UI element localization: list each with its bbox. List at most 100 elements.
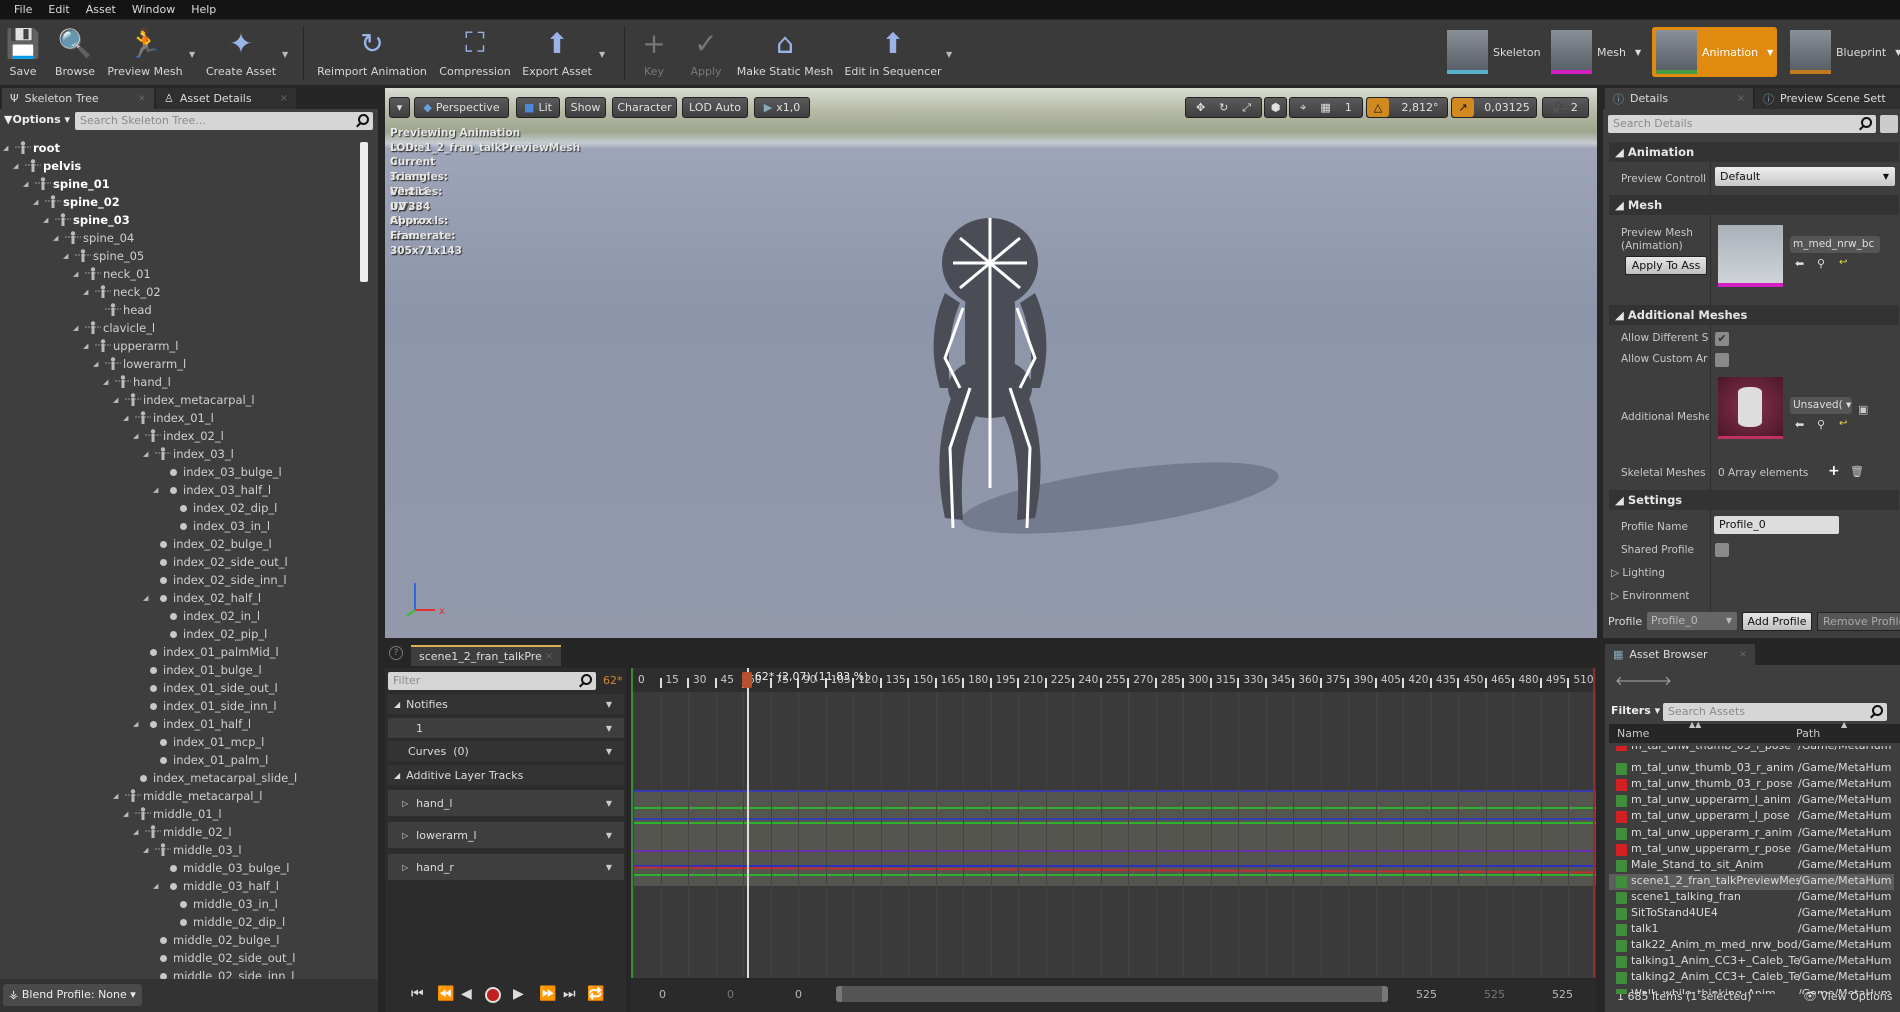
asset-row[interactable]: m_tal_unw_upperarm_l_anim/Game/MetaHum	[1609, 793, 1894, 809]
expand-arrow-icon[interactable]: ▷	[402, 831, 408, 840]
preview-mesh-button[interactable]: 🏃 Preview Mesh	[107, 24, 182, 79]
expand-arrow-icon[interactable]: ◢	[33, 198, 43, 206]
close-icon[interactable]: ×	[545, 651, 553, 662]
edit-in-sequencer-button[interactable]: ⬆ Edit in Sequencer	[844, 24, 941, 79]
expand-arrow-icon[interactable]: ◢	[133, 720, 143, 728]
close-icon[interactable]: ×	[1739, 649, 1747, 660]
asset-row[interactable]: Walk_while_thinking_Anim/Game/MetaHum	[1609, 987, 1894, 994]
bone-index_01_mcp_l[interactable]: index_01_mcp_l	[143, 733, 264, 751]
make-static-mesh-button[interactable]: ⌂ Make Static Mesh	[737, 24, 833, 79]
column-path[interactable]: Path	[1796, 727, 1820, 740]
mode-mesh[interactable]: Mesh ▼	[1547, 27, 1645, 77]
close-icon[interactable]: ×	[280, 93, 288, 104]
environment-section[interactable]: ▷ Environment	[1611, 590, 1689, 602]
tab-asset-details[interactable]: ♙ Asset Details ×	[156, 88, 296, 109]
dropdown-icon[interactable]: ▼	[606, 799, 612, 808]
close-icon[interactable]: ×	[138, 93, 146, 104]
reset-icon[interactable]: ↩	[1839, 418, 1847, 429]
tree-scrollbar[interactable]	[360, 142, 368, 282]
use-selected-arrow-icon[interactable]: ⬅	[1795, 418, 1804, 431]
bone-index_01_side_inn_l[interactable]: index_01_side_inn_l	[133, 697, 277, 715]
expand-arrow-icon[interactable]: ◢	[113, 792, 123, 800]
bone-index_02_bulge_l[interactable]: index_02_bulge_l	[143, 535, 272, 553]
curves-track[interactable]: Curves (0) ▼	[388, 741, 624, 761]
additional-meshes-thumbnail[interactable]	[1718, 377, 1783, 439]
remove-profile-button[interactable]: Remove Profile	[1817, 612, 1900, 631]
bone-middle_metacarpal_l[interactable]: ◢ middle_metacarpal_l	[113, 787, 262, 805]
bone-middle_01_l[interactable]: ◢ middle_01_l	[123, 805, 222, 823]
dropdown-icon[interactable]: ▼	[606, 724, 612, 733]
bone-neck_02[interactable]: ◢ neck_02	[83, 283, 161, 301]
skip-to-start-icon[interactable]: ⏮	[411, 986, 424, 1002]
menu-edit[interactable]: Edit	[40, 3, 77, 16]
bone-index_02_l[interactable]: ◢ index_02_l	[133, 427, 224, 445]
tab-details[interactable]: ⓘ Details ×	[1605, 88, 1753, 109]
bone-middle_03_in_l[interactable]: middle_03_in_l	[163, 895, 278, 913]
dropdown-arrow-icon[interactable]: ▼	[1767, 48, 1773, 57]
range-start[interactable]: 0	[659, 988, 666, 1001]
asset-row[interactable]: scene1_2_fran_talkPreviewMes/Game/MetaHu…	[1609, 873, 1894, 890]
asset-row[interactable]: m_tal_unw_upperarm_r_pose/Game/MetaHum	[1609, 842, 1894, 858]
asset-row[interactable]: m_tal_unw_upperarm_l_pose/Game/MetaHum	[1609, 809, 1894, 825]
expand-arrow-icon[interactable]: ◢	[13, 162, 23, 170]
viewport[interactable]: ▾ ◆ Perspective ■ Lit Show Character LOD A…	[385, 88, 1597, 638]
range-slider[interactable]	[836, 986, 1388, 1002]
expand-arrow-icon[interactable]: ◢	[93, 360, 103, 368]
track-filter-input[interactable]: Filter	[388, 672, 596, 690]
bone-head[interactable]: head	[93, 301, 152, 319]
expand-arrow-icon[interactable]: ◢	[83, 288, 93, 296]
bone-middle_02_l[interactable]: ◢ middle_02_l	[133, 823, 232, 841]
key-button[interactable]: + Key	[637, 24, 671, 79]
menu-file[interactable]: File	[6, 3, 40, 16]
browse-search-icon[interactable]: ⚲	[1817, 257, 1825, 270]
mode-skeleton[interactable]: Skeleton	[1443, 27, 1545, 77]
tab-preview-scene-settings[interactable]: ⓘ Preview Scene Sett	[1755, 88, 1900, 109]
bone-index_01_l[interactable]: ◢ index_01_l	[123, 409, 214, 427]
bone-track-lowerarm_l[interactable]: ▷ lowerarm_l ▼	[388, 822, 624, 848]
filters-dropdown[interactable]: Filters ▾	[1611, 704, 1660, 717]
bone-index_03_half_l[interactable]: ◢ index_03_half_l	[153, 481, 271, 499]
dropdown-icon[interactable]: ▼	[606, 747, 612, 756]
expand-arrow-icon[interactable]: ◢	[123, 414, 133, 422]
bone-index_01_palmMid_l[interactable]: index_01_palmMid_l	[133, 643, 279, 661]
skip-to-end-icon[interactable]: ⏭	[563, 986, 576, 1002]
bone-spine_04[interactable]: ◢ spine_04	[53, 229, 134, 247]
play-icon[interactable]: ▶	[513, 986, 524, 1002]
column-name[interactable]: Name	[1617, 727, 1649, 740]
mode-blueprint[interactable]: Blueprint ▼	[1786, 27, 1900, 77]
bone-index_02_pip_l[interactable]: index_02_pip_l	[153, 625, 267, 643]
dropdown-arrow-icon[interactable]: ▼	[282, 50, 288, 59]
expand-arrow-icon[interactable]: ◢	[53, 234, 63, 242]
expand-arrow-icon[interactable]: ◢	[23, 180, 33, 188]
asset-row[interactable]: SitToStand4UE4/Game/MetaHum	[1609, 906, 1894, 922]
bone-index_02_dip_l[interactable]: index_02_dip_l	[163, 499, 277, 517]
dropdown-arrow-icon[interactable]: ▼	[1635, 48, 1641, 57]
bone-middle_03_half_l[interactable]: ◢ middle_03_half_l	[153, 877, 279, 895]
expand-arrow-icon[interactable]: ◢	[153, 486, 163, 494]
expand-arrow-icon[interactable]: ◢	[143, 594, 153, 602]
bone-index_metacarpal_l[interactable]: ◢ index_metacarpal_l	[113, 391, 255, 409]
export-asset-button[interactable]: ⬆ Export Asset	[522, 24, 592, 79]
dropdown-icon[interactable]: ▼	[606, 831, 612, 840]
dropdown-arrow-icon[interactable]: ▼	[189, 50, 195, 59]
bone-spine_03[interactable]: ◢ spine_03	[43, 211, 130, 229]
asset-row[interactable]: talking2_Anim_CC3+_Caleb_Te/Game/MetaHum	[1609, 970, 1894, 986]
expand-arrow-icon[interactable]: ◢	[73, 324, 83, 332]
play-end[interactable]: 525	[1416, 988, 1437, 1001]
blend-profile-dropdown[interactable]: ⚶ Blend Profile: None ▾	[3, 984, 142, 1006]
reset-icon[interactable]: ↩	[1839, 257, 1847, 268]
expand-arrow-icon[interactable]: ◢	[63, 252, 73, 260]
bone-upperarm_l[interactable]: ◢ upperarm_l	[83, 337, 178, 355]
help-icon[interactable]: ?	[389, 646, 403, 660]
shared-profile-checkbox[interactable]	[1715, 543, 1729, 557]
loop-icon[interactable]: 🔁	[587, 986, 604, 1002]
expand-arrow-icon[interactable]: ◢	[113, 396, 123, 404]
bone-index_03_in_l[interactable]: index_03_in_l	[163, 517, 270, 535]
dropdown-icon[interactable]: ▼	[606, 863, 612, 872]
expand-arrow-icon[interactable]: ◢	[73, 270, 83, 278]
step-forward-icon[interactable]: ⏩	[539, 986, 556, 1002]
expand-arrow-icon[interactable]: ◢	[153, 882, 163, 890]
profile-select[interactable]: Profile_0 ▼	[1647, 612, 1737, 630]
playhead-handle[interactable]	[741, 672, 752, 688]
bone-spine_01[interactable]: ◢ spine_01	[23, 175, 110, 193]
